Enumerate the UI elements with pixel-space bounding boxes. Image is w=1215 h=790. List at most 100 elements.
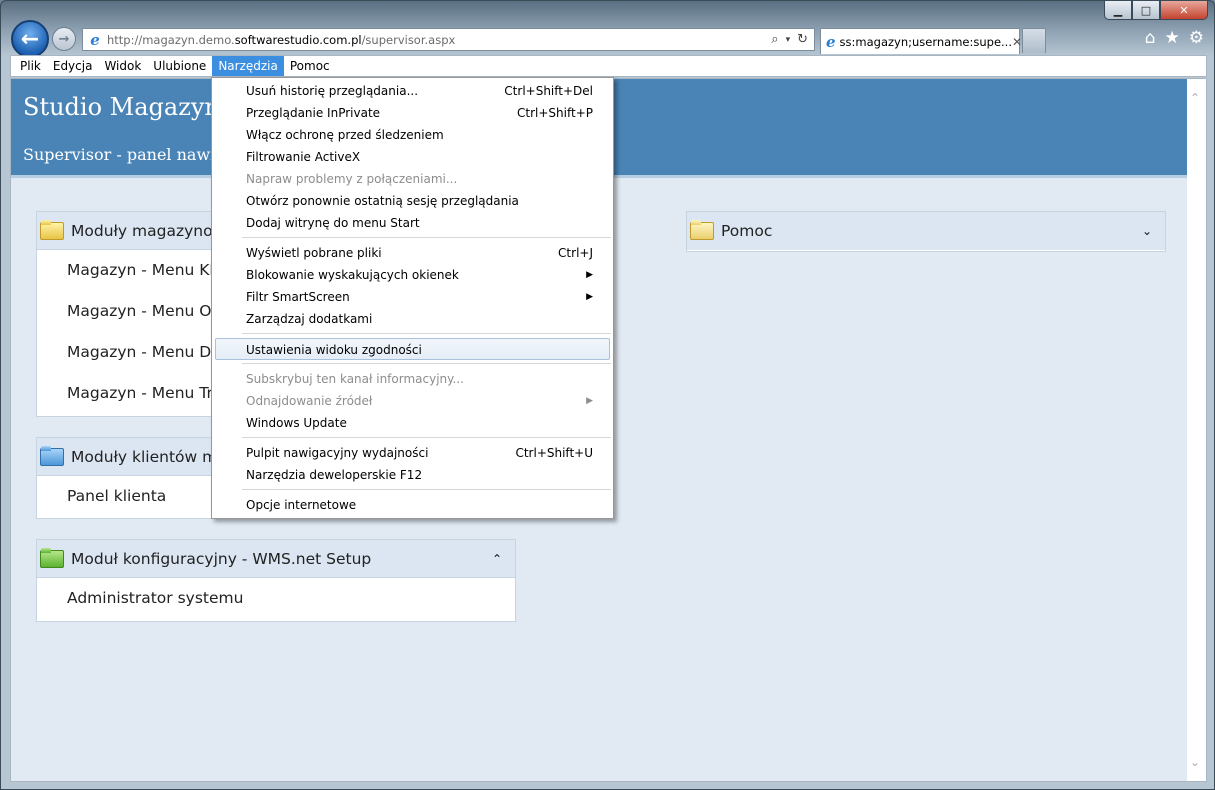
maximize-button[interactable]: □ <box>1132 1 1160 20</box>
shortcut: Ctrl+J <box>558 246 593 260</box>
menu-item-tracking-protection[interactable]: Włącz ochronę przed śledzeniem <box>212 124 613 146</box>
menu-item-label: Ustawienia widoku zgodności <box>246 343 422 357</box>
menu-item-label: Pulpit nawigacyjny wydajności <box>246 446 429 460</box>
menu-item-label: Subskrybuj ten kanał informacyjny... <box>246 372 464 386</box>
vertical-scrollbar[interactable]: ⌃ ⌄ <box>1187 79 1206 781</box>
forward-arrow-icon[interactable]: → <box>52 27 76 51</box>
menu-item-performance-dashboard[interactable]: Pulpit nawigacyjny wydajności Ctrl+Shift+… <box>212 442 613 464</box>
menu-item-label: Windows Update <box>246 416 347 430</box>
menu-item-activex-filtering[interactable]: Filtrowanie ActiveX <box>212 146 613 168</box>
menu-item-label: Włącz ochronę przed śledzeniem <box>246 128 444 142</box>
browser-window: ▁ □ ✕ ← → e http://magazyn.demo.software… <box>0 0 1215 790</box>
submenu-arrow-icon: ▶ <box>586 292 593 302</box>
menu-item-manage-addons[interactable]: Zarządzaj dodatkami <box>212 308 613 330</box>
scroll-down-icon[interactable]: ⌄ <box>1190 755 1200 769</box>
settings-gear-icon[interactable]: ⚙ <box>1189 28 1204 48</box>
menu-item-subscribe-feed: Subskrybuj ten kanał informacyjny... <box>212 368 613 390</box>
menu-item-windows-update[interactable]: Windows Update <box>212 412 613 434</box>
menu-item-smartscreen[interactable]: Filtr SmartScreen ▶ <box>212 286 613 308</box>
panel-header[interactable]: Moduł konfiguracyjny - WMS.net Setup ⌃ <box>37 540 515 578</box>
shortcut: Ctrl+Shift+P <box>517 106 593 120</box>
link-magazyn-menu-2[interactable]: Magazyn - Menu Ou <box>37 291 235 332</box>
menu-item-label: Zarządzaj dodatkami <box>246 312 373 326</box>
tools-menu: Usuń historię przeglądania... Ctrl+Shift+… <box>211 77 614 519</box>
minimize-button[interactable]: ▁ <box>1104 1 1132 20</box>
expand-icon[interactable]: ⌄ <box>1142 224 1152 238</box>
menu-item-add-to-start[interactable]: Dodaj witrynę do menu Start <box>212 212 613 234</box>
menu-ulubione[interactable]: Ulubione <box>147 56 212 76</box>
refresh-icon[interactable]: ↻ <box>797 32 808 48</box>
menu-item-label: Napraw problemy z połączeniami... <box>246 172 458 186</box>
home-icon[interactable]: ⌂ <box>1145 28 1156 48</box>
panel-help: Pomoc ⌄ <box>686 211 1166 252</box>
submenu-arrow-icon: ▶ <box>586 270 593 280</box>
back-arrow-icon[interactable]: ← <box>11 20 49 58</box>
close-icon[interactable]: ✕ <box>1012 35 1022 49</box>
menu-bar: Plik Edycja Widok Ulubione Narzędzia Pom… <box>10 55 1207 77</box>
panel-config-module: Moduł konfiguracyjny - WMS.net Setup ⌃ A… <box>36 539 516 622</box>
link-magazyn-menu-4[interactable]: Magazyn - Menu Tra <box>37 373 235 414</box>
url-text[interactable]: http://magazyn.demo.softwarestudio.com.p… <box>107 33 455 47</box>
panel-title: Moduły klientów ma <box>71 447 227 466</box>
ie-logo-icon: e <box>90 30 100 49</box>
menu-item-label: Przeglądanie InPrivate <box>246 106 381 120</box>
menu-plik[interactable]: Plik <box>11 56 47 76</box>
menu-pomoc[interactable]: Pomoc <box>284 56 336 76</box>
menu-separator <box>212 434 613 442</box>
favorites-star-icon[interactable]: ★ <box>1165 28 1180 48</box>
panel-header[interactable]: Pomoc ⌄ <box>687 212 1165 250</box>
address-tools: ⌕ ▾ ↻ <box>771 32 814 48</box>
page-title: Studio Magazyn <box>23 93 220 121</box>
browser-tab[interactable]: e ss:magazyn;username:supe... ✕ <box>820 28 1022 54</box>
menu-item-reopen-session[interactable]: Otwórz ponownie ostatnią sesję przegląda… <box>212 190 613 212</box>
panel-title: Moduły magazynow <box>71 221 226 240</box>
scroll-up-icon[interactable]: ⌃ <box>1190 91 1200 105</box>
menu-item-label: Usuń historię przeglądania... <box>246 84 419 98</box>
panel-title: Moduł konfiguracyjny - WMS.net Setup <box>71 549 372 568</box>
shortcut: Ctrl+Shift+Del <box>504 84 593 98</box>
link-magazyn-menu-1[interactable]: Magazyn - Menu Kla <box>37 250 235 291</box>
menu-separator <box>212 330 613 338</box>
panel-title: Pomoc <box>721 222 773 240</box>
menu-item-label: Dodaj witrynę do menu Start <box>246 216 420 230</box>
folder-icon <box>40 547 64 568</box>
link-magazyn-menu-3[interactable]: Magazyn - Menu De <box>37 332 235 373</box>
menu-item-compatibility-view[interactable]: Ustawienia widoku zgodności <box>215 338 610 360</box>
menu-item-f12-devtools[interactable]: Narzędzia deweloperskie F12 <box>212 464 613 486</box>
ie-logo-icon: e <box>826 32 836 51</box>
menu-item-label: Opcje internetowe <box>246 498 357 512</box>
chevron-down-icon[interactable]: ▾ <box>786 32 791 48</box>
menu-item-popup-blocker[interactable]: Blokowanie wyskakujących okienek ▶ <box>212 264 613 286</box>
menu-item-label: Narzędzia deweloperskie F12 <box>246 468 423 482</box>
search-icon[interactable]: ⌕ <box>771 32 778 48</box>
menu-item-internet-options[interactable]: Opcje internetowe <box>212 494 613 516</box>
tab-title: ss:magazyn;username:supe... <box>839 34 1012 49</box>
new-tab-button[interactable] <box>1022 28 1046 53</box>
folder-icon <box>40 219 64 240</box>
close-button[interactable]: ✕ <box>1160 1 1208 20</box>
menu-separator <box>212 360 613 368</box>
menu-item-label: Blokowanie wyskakujących okienek <box>246 268 459 282</box>
menu-item-downloads[interactable]: Wyświetl pobrane pliki Ctrl+J <box>212 242 613 264</box>
panel-header[interactable]: Moduły klientów ma <box>37 438 235 476</box>
menu-edycja[interactable]: Edycja <box>47 56 99 76</box>
menu-item-inprivate[interactable]: Przeglądanie InPrivate Ctrl+Shift+P <box>212 102 613 124</box>
menu-item-fix-connection: Napraw problemy z połączeniami... <box>212 168 613 190</box>
link-panel-klienta[interactable]: Panel klienta <box>37 476 235 517</box>
panel-warehouse-modules: Moduły magazynow Magazyn - Menu Kla Maga… <box>36 211 236 417</box>
menu-item-label: Filtr SmartScreen <box>246 290 350 304</box>
menu-narzedzia[interactable]: Narzędzia <box>212 56 284 76</box>
menu-separator <box>212 486 613 494</box>
panel-header[interactable]: Moduły magazynow <box>37 212 235 250</box>
menu-item-label: Odnajdowanie źródeł <box>246 394 373 408</box>
menu-item-delete-history[interactable]: Usuń historię przeglądania... Ctrl+Shift+… <box>212 80 613 102</box>
panel-client-modules: Moduły klientów ma Panel klienta <box>36 437 236 519</box>
folder-icon <box>690 220 714 240</box>
address-bar[interactable]: e http://magazyn.demo.softwarestudio.com… <box>82 28 815 51</box>
window-controls: ▁ □ ✕ <box>1104 1 1208 20</box>
menu-widok[interactable]: Widok <box>98 56 147 76</box>
menu-item-label: Wyświetl pobrane pliki <box>246 246 382 260</box>
collapse-icon[interactable]: ⌃ <box>492 552 502 566</box>
link-administrator-systemu[interactable]: Administrator systemu <box>37 578 515 619</box>
menu-item-feed-discovery: Odnajdowanie źródeł ▶ <box>212 390 613 412</box>
